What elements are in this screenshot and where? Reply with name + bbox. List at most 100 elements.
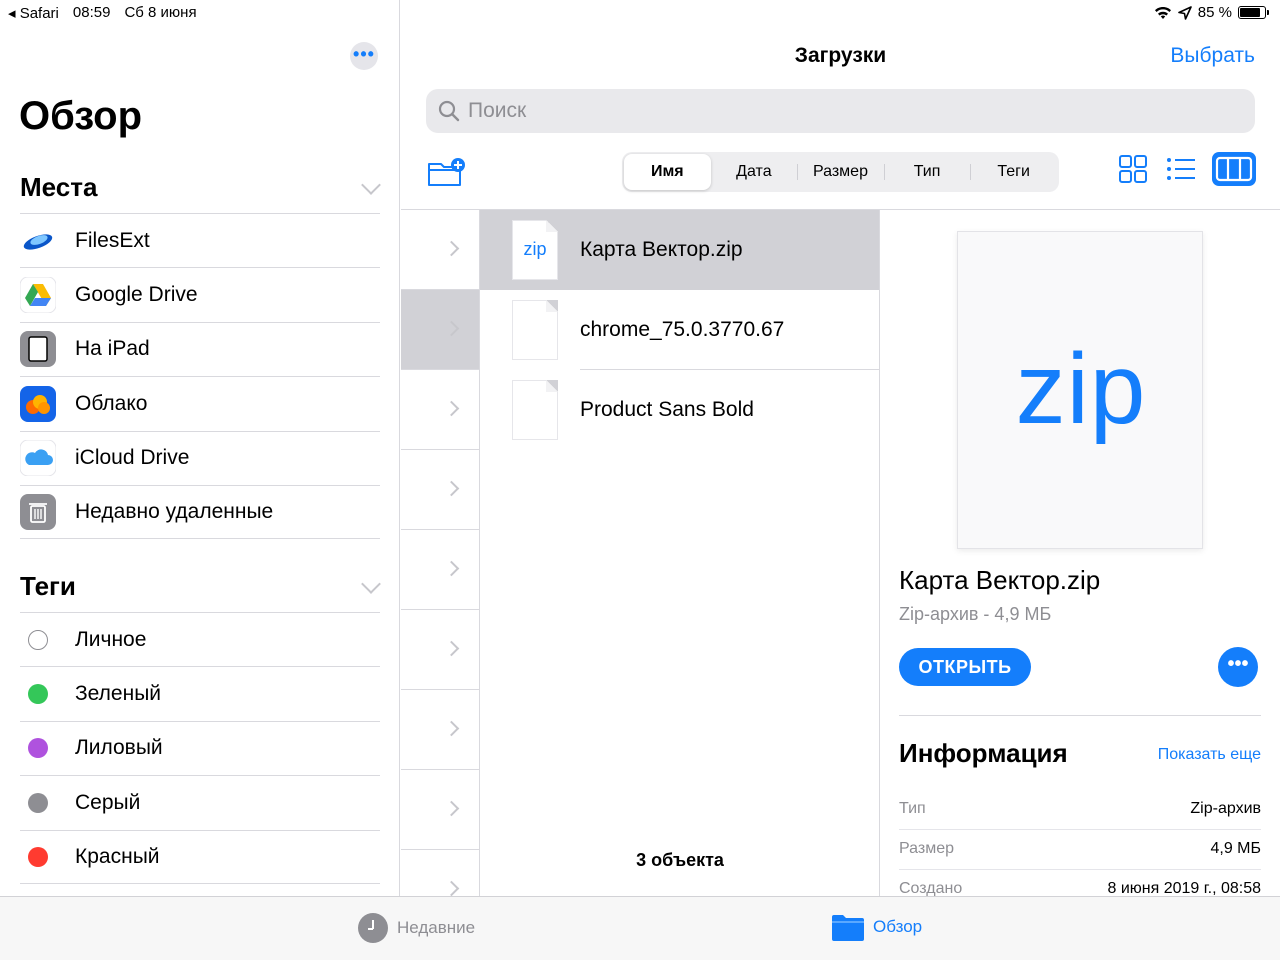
status-time: 08:59 <box>72 4 111 21</box>
tab-browse[interactable]: Обзор <box>832 913 922 941</box>
status-date: Сб 8 июня <box>124 4 197 21</box>
zip-file-icon: zip <box>512 220 558 280</box>
sidebar-item-filesext[interactable]: FilesExt <box>20 213 380 267</box>
tag-label: Серый <box>75 790 141 814</box>
chevron-down-icon[interactable] <box>361 175 381 195</box>
tag-label: Красный <box>75 844 160 868</box>
tab-browse-label: Обзор <box>873 917 923 936</box>
files-column: zip Карта Вектор.zip chrome_75.0.3770.67… <box>480 210 880 897</box>
show-more-link[interactable]: Показать еще <box>1158 746 1261 764</box>
preview-zip-label: zip <box>1015 333 1147 445</box>
grid-icon <box>1119 155 1147 183</box>
chevron-right-icon <box>443 320 460 337</box>
parent-column-cell[interactable] <box>401 450 479 530</box>
detail-file-name: Карта Вектор.zip <box>899 565 1101 595</box>
parent-column-cell[interactable] <box>401 370 479 450</box>
open-button[interactable]: ОТКРЫТЬ <box>899 648 1031 686</box>
sort-by-size[interactable]: Размер <box>797 154 884 190</box>
parent-column-cell[interactable] <box>401 530 479 610</box>
tag-dot-gray <box>28 792 48 813</box>
tags-section-header[interactable]: Теги <box>20 567 381 607</box>
column-browser: zip Карта Вектор.zip chrome_75.0.3770.67… <box>401 209 1280 910</box>
ellipsis-icon: ••• <box>1227 653 1249 675</box>
tag-dot-green <box>28 684 48 705</box>
wifi-icon <box>1154 6 1171 19</box>
parent-column-cell[interactable] <box>401 610 479 690</box>
tag-item-green[interactable]: Зеленый <box>20 666 380 720</box>
sidebar-item-label: Облако <box>75 391 148 415</box>
sidebar-item-cloud[interactable]: Облако <box>20 376 380 430</box>
column-view-button[interactable] <box>1212 152 1256 186</box>
detail-column: zip Карта Вектор.zip Zip-архив - 4,9 МБ … <box>880 210 1280 910</box>
places-section-header[interactable]: Места <box>20 168 381 208</box>
back-to-app-link[interactable]: ◂ Safari <box>8 4 59 22</box>
select-button[interactable]: Выбрать <box>1170 44 1255 68</box>
status-bar: ◂ Safari 08:59 Сб 8 июня 85 % <box>0 0 1280 26</box>
chevron-right-icon <box>443 640 460 657</box>
tag-item-purple[interactable]: Лиловый <box>20 720 380 775</box>
chevron-right-icon <box>443 240 460 257</box>
filesext-icon <box>20 222 56 259</box>
tag-item-red[interactable]: Красный <box>20 829 380 884</box>
sidebar-item-recently-deleted[interactable]: Недавно удаленные <box>20 484 380 540</box>
sidebar-item-google-drive[interactable]: Google Drive <box>19 267 380 321</box>
document-icon <box>512 380 558 440</box>
sort-by-type[interactable]: Тип <box>883 154 971 190</box>
file-preview[interactable]: zip <box>957 231 1203 549</box>
list-view-button[interactable] <box>1164 152 1198 186</box>
file-name: Карта Вектор.zip <box>580 238 743 261</box>
cloud-app-icon <box>20 385 56 422</box>
places-header-label: Места <box>20 172 98 202</box>
tag-label: Личное <box>75 627 147 651</box>
places-list: FilesExt Google Drive На iPad Облако iCl… <box>19 213 380 540</box>
file-row-selected[interactable]: zip Карта Вектор.zip <box>480 210 879 290</box>
tags-header-label: Теги <box>20 571 76 601</box>
sort-by-name[interactable]: Имя <box>624 154 711 190</box>
parent-column-cell[interactable] <box>401 210 479 290</box>
tag-item-gray[interactable]: Серый <box>20 775 380 829</box>
clock-icon <box>358 913 388 943</box>
file-name: chrome_75.0.3770.67 <box>580 318 785 341</box>
search-bar[interactable] <box>426 89 1255 133</box>
sidebar-more-button[interactable]: ••• <box>350 42 378 70</box>
view-mode-switcher <box>1116 152 1256 186</box>
parent-column-cell-selected[interactable] <box>401 290 479 370</box>
detail-file-subtitle: Zip-архив - 4,9 МБ <box>899 604 1052 624</box>
sort-by-tags[interactable]: Теги <box>970 154 1057 190</box>
document-icon <box>512 300 558 360</box>
chevron-right-icon <box>443 400 460 417</box>
tab-bar: Недавние Обзор <box>0 896 1280 960</box>
new-folder-icon <box>428 158 465 186</box>
file-name: Product Sans Bold <box>580 398 754 421</box>
sidebar-item-label: Недавно удаленные <box>75 500 274 524</box>
icloud-icon <box>19 439 57 477</box>
info-key: Размер <box>899 840 954 857</box>
folder-icon <box>832 915 864 941</box>
sidebar-item-icloud-drive[interactable]: iCloud Drive <box>19 430 380 485</box>
sidebar-item-label: Google Drive <box>75 283 198 307</box>
tag-label: Лиловый <box>75 736 163 760</box>
parent-column <box>401 210 480 897</box>
sort-by-date[interactable]: Дата <box>711 154 798 190</box>
location-icon <box>1177 5 1192 20</box>
chevron-down-icon[interactable] <box>361 574 381 594</box>
icon-view-button[interactable] <box>1116 152 1150 186</box>
search-input[interactable] <box>468 99 1168 123</box>
new-folder-button[interactable] <box>427 156 467 188</box>
battery-percent: 85 % <box>1197 4 1232 21</box>
tag-item-personal[interactable]: Личное <box>20 612 380 666</box>
item-count: 3 объекта <box>636 850 724 870</box>
file-row[interactable]: Product Sans Bold <box>480 370 879 450</box>
file-row[interactable]: chrome_75.0.3770.67 <box>480 290 879 370</box>
tag-label: Зеленый <box>75 682 162 706</box>
main-pane: Загрузки Выбрать Имя Дата Размер Тип Тег… <box>401 0 1280 910</box>
chevron-right-icon <box>443 560 460 577</box>
parent-column-cell[interactable] <box>401 690 479 770</box>
sidebar-item-on-ipad[interactable]: На iPad <box>20 321 380 376</box>
parent-column-cell[interactable] <box>401 770 479 850</box>
sort-segmented-control: Имя Дата Размер Тип Теги <box>622 152 1059 192</box>
more-actions-button[interactable]: ••• <box>1218 647 1258 687</box>
ipad-icon <box>20 331 56 368</box>
tags-list: Личное Зеленый Лиловый Серый Красный <box>20 612 380 884</box>
tab-recents[interactable]: Недавние <box>358 913 475 943</box>
